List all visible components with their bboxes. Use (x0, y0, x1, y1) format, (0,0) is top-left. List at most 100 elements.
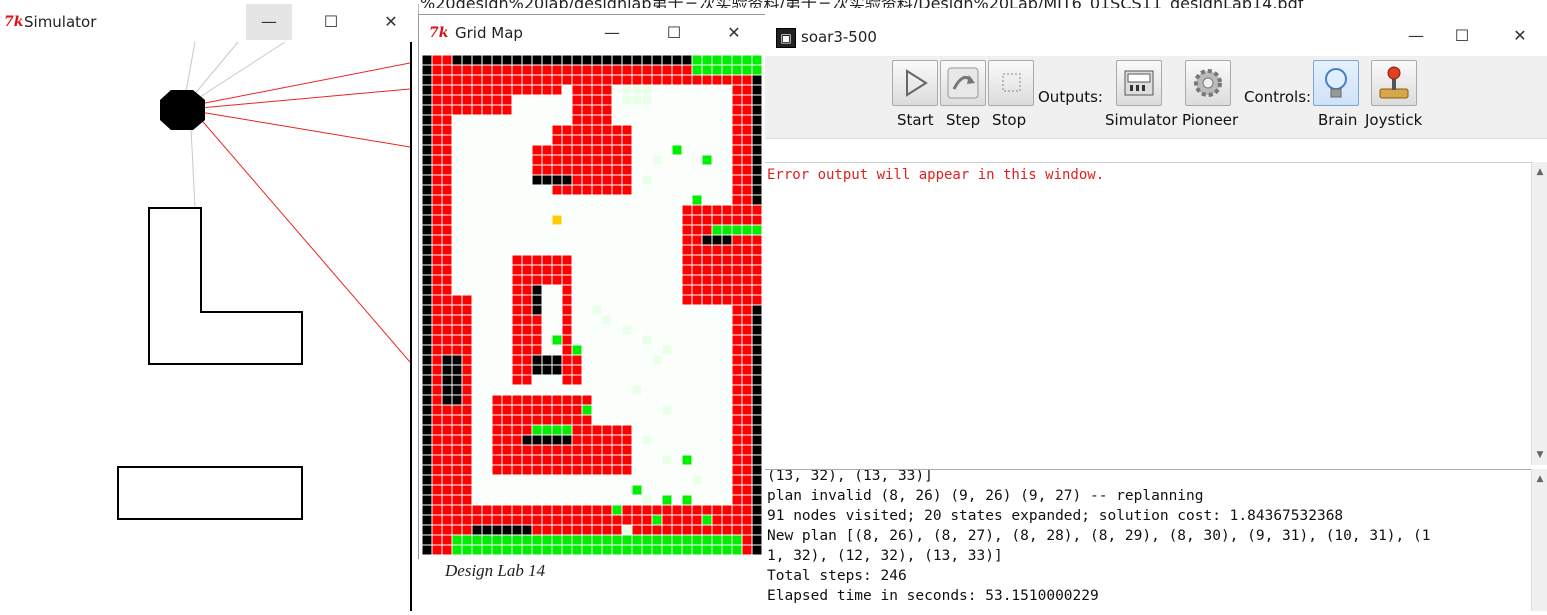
maximize-button[interactable]: ☐ (1439, 18, 1485, 54)
grid-cell-free (622, 245, 632, 255)
grid-cell-free (592, 325, 602, 335)
grid-cell-free (502, 155, 512, 165)
grid-cell-obstacle (452, 345, 462, 355)
grid-cell-obstacle (532, 255, 542, 265)
grid-cell-obstacle (462, 475, 472, 485)
grid-cell-obstacle (562, 405, 572, 415)
grid-cell-free (632, 245, 642, 255)
grid-cell-obstacle (562, 355, 572, 365)
scroll-up-arrow-icon[interactable]: ▲ (1532, 164, 1547, 180)
grid-cell-obstacle (442, 495, 452, 505)
grid-cell-green (662, 535, 672, 545)
grid-cell-obstacle (442, 205, 452, 215)
grid-cell-obstacle (462, 365, 472, 375)
minimize-button[interactable]: — (589, 15, 635, 51)
grid-cell-free (582, 245, 592, 255)
grid-cell-green (702, 155, 712, 165)
grid-cell-free (722, 455, 732, 465)
grid-cell-free (602, 395, 612, 405)
grid-cell-free (692, 485, 702, 495)
simulator-canvas[interactable] (0, 41, 412, 611)
grid-cell-free (702, 325, 712, 335)
grid-cell-black (532, 435, 542, 445)
minimize-button[interactable]: — (246, 4, 292, 40)
grid-cell-obstacle (542, 265, 552, 275)
grid-cell-free (682, 405, 692, 415)
console-line: New plan [(8, 26), (8, 27), (8, 28), (8,… (767, 528, 1431, 544)
grid-cell-obstacle (602, 145, 612, 155)
minimize-button[interactable]: — (1393, 18, 1439, 54)
grid-cell-obstacle (442, 535, 452, 545)
grid-cell-obstacle (432, 145, 442, 155)
grid-cell-black (422, 305, 432, 315)
grid-cell-black (422, 175, 432, 185)
grid-cell-black (472, 55, 482, 65)
start-button[interactable] (892, 60, 938, 106)
grid-cell-free (572, 305, 582, 315)
grid-cell-free (712, 125, 722, 135)
grid-cell-free (682, 95, 692, 105)
close-button[interactable]: ✕ (711, 15, 757, 51)
grid-cell-free (592, 285, 602, 295)
grid-cell-green (512, 535, 522, 545)
grid-cell-obstacle (742, 275, 752, 285)
console-output-pane[interactable]: (13, 32), (13, 33)] plan invalid (8, 26)… (765, 469, 1531, 612)
grid-cell-obstacle (522, 255, 532, 265)
step-button[interactable] (940, 60, 986, 106)
grid-cell-free (702, 465, 712, 475)
grid-cell-free (692, 105, 702, 115)
grid-cell-free (532, 235, 542, 245)
grid-cell-obstacle (502, 465, 512, 475)
console-pane-scrollbar[interactable]: ▲ (1531, 469, 1547, 611)
grid-cell-obstacle (552, 405, 562, 415)
grid-cell-green (582, 545, 592, 555)
joystick-control-label: Joystick (1365, 111, 1423, 129)
grid-cell-free (662, 115, 672, 125)
grid-cell-free (602, 285, 612, 295)
soar-titlebar[interactable]: ▣ soar3-500 — ☐ ✕ (765, 14, 1547, 56)
grid-cell-free (642, 185, 652, 195)
grid-cell-free (572, 295, 582, 305)
error-output-pane[interactable]: Error output will appear in this window. (765, 162, 1531, 466)
grid-cell-free (702, 135, 712, 145)
grid-cell-obstacle (542, 515, 552, 525)
grid-cell-obstacle (592, 115, 602, 125)
brain-control-button[interactable] (1313, 60, 1359, 106)
simulator-output-button[interactable] (1116, 60, 1162, 106)
stop-button[interactable] (988, 60, 1034, 106)
grid-cell-obstacle (562, 365, 572, 375)
grid-cell-free (642, 475, 652, 485)
simulator-titlebar[interactable]: 7k Simulator — ☐ ✕ (0, 4, 418, 40)
grid-cell-obstacle (542, 145, 552, 155)
grid-map-titlebar[interactable]: 7k Grid Map — ☐ ✕ (419, 15, 766, 51)
grid-cell-obstacle (572, 95, 582, 105)
grid-cell-free (482, 125, 492, 135)
grid-cell-free (502, 325, 512, 335)
joystick-control-button[interactable] (1371, 60, 1417, 106)
grid-cell-green (722, 225, 732, 235)
grid-cell-free (492, 485, 502, 495)
grid-cell-free (662, 295, 672, 305)
error-pane-scrollbar[interactable]: ▲ ▼ (1531, 162, 1547, 465)
grid-cell-green (682, 535, 692, 545)
grid-cell-free (582, 275, 592, 285)
stop-icon (1002, 73, 1021, 92)
grid-cell-free (472, 265, 482, 275)
close-button[interactable]: ✕ (1497, 18, 1543, 54)
maximize-button[interactable]: ☐ (308, 4, 354, 40)
scroll-up-arrow-icon[interactable]: ▲ (1532, 471, 1547, 487)
grid-cell-green (632, 545, 642, 555)
grid-cell-free (702, 185, 712, 195)
error-output-text: Error output will appear in this window. (767, 167, 1105, 183)
grid-cell-obstacle (502, 415, 512, 425)
grid-cell-light (632, 85, 642, 95)
grid-cell-obstacle (732, 165, 742, 175)
grid-cell-obstacle (562, 315, 572, 325)
pioneer-output-button[interactable] (1185, 60, 1231, 106)
maximize-button[interactable]: ☐ (651, 15, 697, 51)
grid-cell-free (522, 125, 532, 135)
scroll-down-arrow-icon[interactable]: ▼ (1532, 447, 1547, 463)
grid-cell-free (472, 395, 482, 405)
close-button[interactable]: ✕ (368, 4, 414, 40)
grid-map-canvas[interactable] (422, 55, 762, 555)
